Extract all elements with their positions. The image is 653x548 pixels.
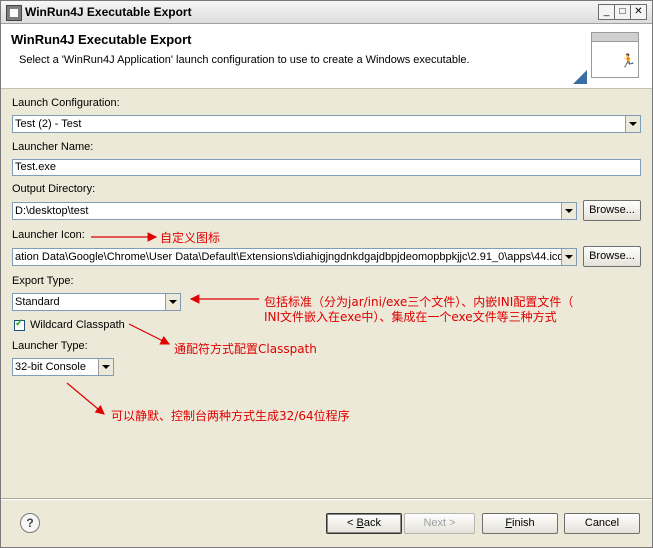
- classpath-annotation-arrow: [128, 323, 171, 345]
- icon-annotation: 自定义图标: [160, 231, 221, 245]
- footer-separator: [1, 498, 652, 500]
- export-wizard-window: WinRun4J Executable Export _ □ ✕ WinRun4…: [0, 0, 653, 548]
- launcher-annotation-arrow: [66, 382, 105, 415]
- launcher-type-annotation: 可以静默、控制台两种方式生成32/64位程序: [111, 409, 350, 423]
- back-button[interactable]: < Back: [326, 513, 402, 534]
- cancel-button[interactable]: Cancel: [564, 513, 640, 534]
- help-icon[interactable]: ?: [20, 513, 40, 533]
- next-button[interactable]: Next >: [404, 513, 475, 534]
- finish-button[interactable]: Finish: [482, 513, 558, 534]
- classpath-annotation: 通配符方式配置Classpath: [174, 342, 317, 356]
- export-annotation-line2: INI文件嵌入在exe中）、集成在一个exe文件等三种方式: [264, 310, 557, 324]
- annotation-arrows: [66, 232, 259, 415]
